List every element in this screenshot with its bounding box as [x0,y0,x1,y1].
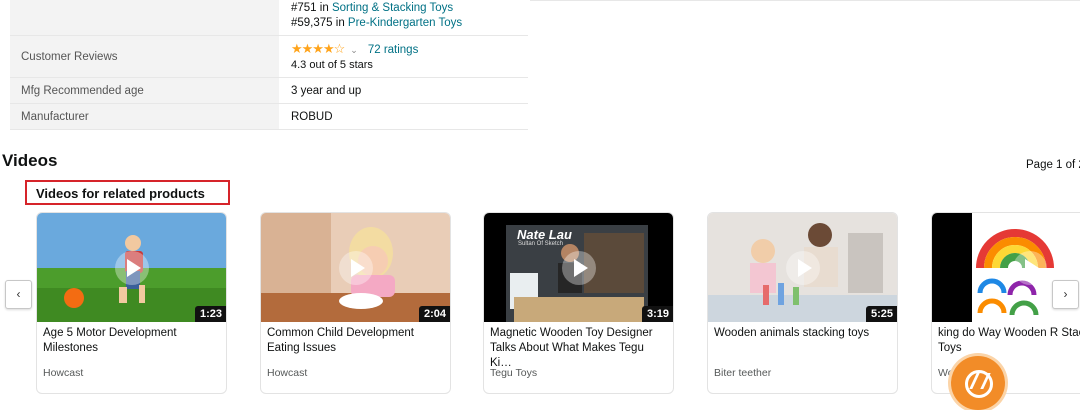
rank-category-link[interactable]: Pre-Kindergarten Toys [348,17,462,29]
chevron-right-icon: › [1063,287,1068,301]
video-card[interactable]: 1:23 Age 5 Motor Development Milestones … [36,212,227,394]
product-details-table: #751 in Sorting & Stacking Toys #59,375 … [10,0,528,130]
play-icon[interactable] [114,250,149,285]
manufacturer-label: Manufacturer [10,103,279,130]
best-sellers-rank-key [10,0,279,36]
chevron-down-icon[interactable]: ⌄ [350,45,358,55]
manufacturer-value: ROBUD [279,103,528,130]
rank-line: #751 in Sorting & Stacking Toys [291,1,528,16]
video-card[interactable]: 5:25 Wooden animals stacking toys Biter … [707,212,898,394]
video-card[interactable]: 2:04 Common Child Development Eating Iss… [260,212,451,394]
divider [530,0,1080,1]
play-icon[interactable] [785,250,820,285]
manufacturer-row: Manufacturer ROBUD [10,103,528,130]
video-duration: 3:19 [641,306,673,322]
video-overlay-title: Nate Lau [517,227,572,242]
best-sellers-rank-row: #751 in Sorting & Stacking Toys #59,375 … [10,0,528,36]
rank-prefix: #59,375 in [291,17,348,29]
video-vendor: Howcast [267,367,308,379]
video-vendor: Tegu Toys [490,367,538,379]
video-title[interactable]: Wooden animals stacking toys [714,326,892,341]
video-thumbnail[interactable]: 2:04 [261,213,450,322]
video-vendor: Howcast [43,367,84,379]
video-title[interactable]: Common Child Development Eating Issues [267,326,445,356]
related-products-label-box: Videos for related products [25,180,230,205]
age-label: Mfg Recommended age [10,77,279,104]
video-duration: 5:25 [865,306,897,322]
play-icon[interactable] [1013,250,1047,285]
video-title[interactable]: Age 5 Motor Development Milestones [43,326,221,356]
play-icon[interactable] [338,250,373,285]
rank-line: #59,375 in Pre-Kindergarten Toys [291,16,528,31]
related-products-label: Videos for related products [36,186,205,201]
play-icon[interactable] [561,250,596,285]
chevron-left-icon: ‹ [16,287,21,301]
best-sellers-rank-value: #751 in Sorting & Stacking Toys #59,375 … [279,0,528,36]
videos-heading: Videos [2,151,58,170]
age-value: 3 year and up [279,77,528,104]
carousel-prev-button[interactable]: ‹ [5,280,32,309]
video-duration: 2:04 [418,306,450,322]
video-duration: 1:23 [194,306,226,322]
video-vendor: Biter teether [714,367,772,379]
video-title[interactable]: king do Way Wooden R Stacker Toys [938,326,1080,356]
video-thumbnail[interactable]: 1:23 [37,213,226,322]
customer-reviews-value: ★★★★☆ ⌄ 72 ratings 4.3 out of 5 stars [279,35,528,78]
rank-prefix: #751 in [291,2,332,14]
video-thumbnail[interactable]: 5:25 [708,213,897,322]
rating-text: 4.3 out of 5 stars [291,59,373,71]
rank-category-link[interactable]: Sorting & Stacking Toys [332,2,453,14]
customer-reviews-row: Customer Reviews ★★★★☆ ⌄ 72 ratings 4.3 ou… [10,35,528,78]
video-thumbnail[interactable]: Nate Lau Sultan Of Sketch 3:19 [484,213,673,322]
video-title[interactable]: Magnetic Wooden Toy Designer Talks About… [490,326,668,371]
overlay-logo-icon [951,356,1005,410]
video-card[interactable]: Nate Lau Sultan Of Sketch 3:19 Magnetic … [483,212,674,394]
ratings-count-link[interactable]: 72 ratings [368,44,419,56]
page-indicator: Page 1 of 2 [1026,159,1080,171]
age-row: Mfg Recommended age 3 year and up [10,77,528,104]
customer-reviews-label: Customer Reviews [10,35,279,78]
carousel-next-button[interactable]: › [1052,280,1079,309]
star-rating-icon[interactable]: ★★★★☆ [291,41,345,56]
video-overlay-subtitle: Sultan Of Sketch [518,241,564,247]
